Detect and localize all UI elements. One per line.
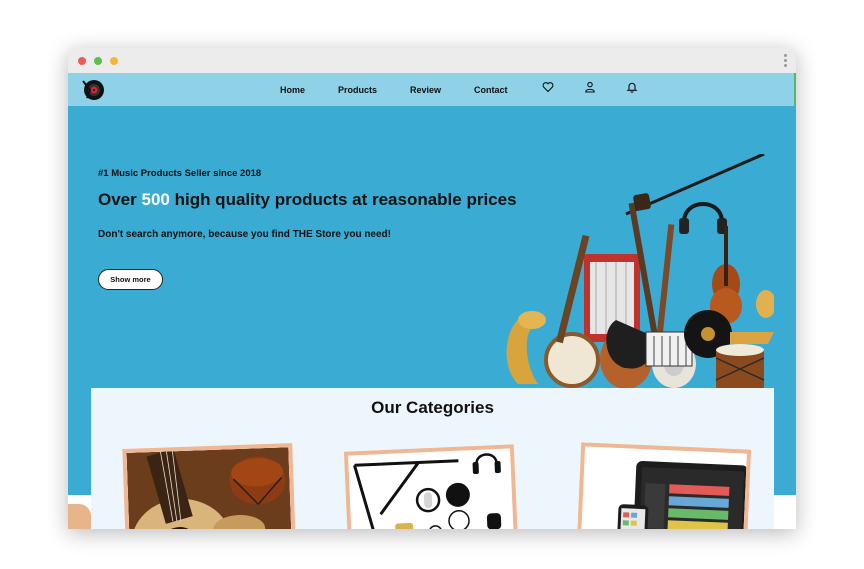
- music-software-image: [581, 446, 747, 529]
- store-logo-icon[interactable]: [80, 78, 104, 102]
- show-more-button[interactable]: Show more: [98, 269, 163, 290]
- minimize-window-button[interactable]: [94, 57, 102, 65]
- hero-banner: #1 Music Products Seller since 2018 Over…: [68, 106, 796, 388]
- categories-section: Our Categories: [91, 388, 774, 529]
- maximize-window-button[interactable]: [110, 57, 118, 65]
- category-card-guitars-drums[interactable]: [122, 443, 296, 529]
- hero-subtitle: Don't search anymore, because you find T…: [98, 229, 391, 240]
- category-card-microphones[interactable]: [343, 444, 519, 529]
- user-icon[interactable]: [584, 81, 596, 93]
- browser-window: Home Products Review Contact #1 Music Pr…: [68, 48, 796, 529]
- category-card-music-software[interactable]: [576, 442, 752, 529]
- hero-title: Over 500 high quality products at reason…: [98, 190, 517, 209]
- nav-links: Home Products Review Contact: [280, 73, 508, 106]
- guitar-drums-image: [126, 447, 292, 529]
- hero-title-highlight: 500: [141, 190, 170, 209]
- microphone-kit-image: [348, 448, 514, 529]
- nav-home[interactable]: Home: [280, 85, 338, 95]
- nav-contact[interactable]: Contact: [474, 85, 508, 95]
- categories-title: Our Categories: [371, 398, 494, 417]
- navbar: Home Products Review Contact: [68, 73, 796, 106]
- nav-review[interactable]: Review: [410, 85, 474, 95]
- bell-icon[interactable]: [626, 81, 638, 93]
- hero-tagline: #1 Music Products Seller since 2018: [98, 168, 262, 179]
- close-window-button[interactable]: [78, 57, 86, 65]
- heart-icon[interactable]: [542, 81, 554, 93]
- nav-products[interactable]: Products: [338, 85, 410, 95]
- partial-category-image: [68, 504, 91, 529]
- nav-icons: [542, 81, 668, 93]
- music-instruments-image: [506, 154, 774, 388]
- browser-menu-icon[interactable]: [784, 54, 788, 69]
- browser-titlebar: [68, 48, 796, 73]
